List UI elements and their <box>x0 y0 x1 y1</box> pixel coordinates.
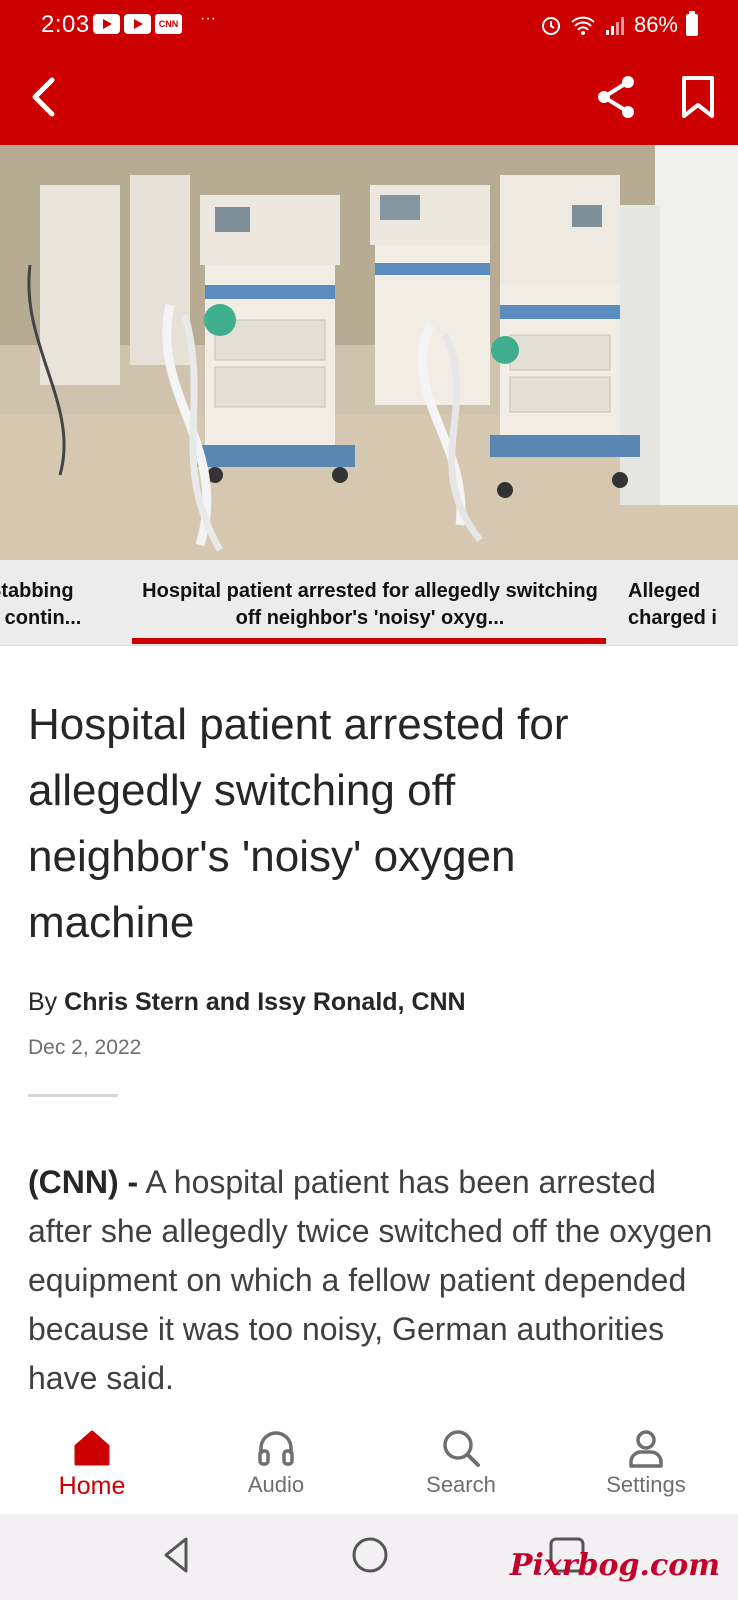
nav-search[interactable]: Search <box>386 1426 536 1498</box>
watermark-text: Pixrbog.com <box>509 1548 720 1583</box>
cnn-app-icon: CNN <box>155 14 182 34</box>
back-arrow-icon[interactable] <box>22 72 72 122</box>
search-icon <box>443 1430 480 1467</box>
article-body: (CNN) - A hospital patient has been arre… <box>28 1158 718 1403</box>
ventilator-machines-photo <box>0 145 738 560</box>
tab-previous-story[interactable]: Stabbing s contin... <box>0 578 110 632</box>
nav-settings-label: Settings <box>606 1472 686 1497</box>
tab-current-story[interactable]: Hospital patient arrested for allegedly … <box>140 578 600 632</box>
article-byline: By Chris Stern and Issy Ronald, CNN <box>28 988 466 1017</box>
nav-audio-label: Audio <box>247 1472 305 1497</box>
system-home-icon[interactable] <box>345 1530 395 1580</box>
person-icon <box>629 1430 663 1468</box>
alarm-icon <box>541 17 560 35</box>
article-hero-image <box>0 145 738 560</box>
nav-settings[interactable]: Settings <box>571 1426 721 1498</box>
battery-percent: 86% <box>633 12 678 37</box>
nav-home[interactable]: Home <box>17 1426 167 1501</box>
article-dateline: (CNN) - <box>28 1164 139 1200</box>
article-headline: Hospital patient arrested for allegedly … <box>28 700 569 947</box>
status-time: 2:03 <box>41 11 90 38</box>
byline-divider <box>28 1094 118 1097</box>
tab-next-label: Alleged charged i <box>628 580 717 629</box>
home-icon <box>74 1430 110 1466</box>
youtube-icon <box>124 14 151 34</box>
more-notifications-icon: ··· <box>200 10 216 27</box>
article-date: Dec 2, 2022 <box>28 1036 142 1059</box>
nav-audio[interactable]: Audio <box>201 1426 351 1498</box>
battery-icon <box>686 11 698 36</box>
system-icons: 86% <box>540 11 698 38</box>
share-icon[interactable] <box>592 72 642 122</box>
youtube-icon <box>93 14 120 34</box>
bookmark-icon[interactable] <box>674 72 724 122</box>
wifi-icon <box>571 16 595 35</box>
tab-next-story[interactable]: Alleged charged i <box>628 578 738 632</box>
tab-current-label: Hospital patient arrested for allegedly … <box>142 580 598 629</box>
notification-icons: CNN <box>93 14 182 34</box>
tab-previous-label: Stabbing s contin... <box>0 580 82 629</box>
nav-home-label: Home <box>58 1472 126 1500</box>
story-carousel: Stabbing s contin... Hospital patient ar… <box>0 560 738 646</box>
system-back-icon[interactable] <box>152 1530 202 1580</box>
bottom-navigation: Home Audio Search Settings <box>0 1412 738 1514</box>
app-bar <box>0 50 738 145</box>
status-bar: 2:03 CNN ··· 86% <box>0 0 738 50</box>
signal-icon <box>605 17 624 35</box>
byline-authors: Chris Stern and Issy Ronald, CNN <box>64 988 466 1016</box>
byline-prefix: By <box>28 988 58 1016</box>
headphones-icon <box>258 1431 294 1466</box>
active-tab-indicator <box>132 638 606 644</box>
nav-search-label: Search <box>426 1472 496 1497</box>
